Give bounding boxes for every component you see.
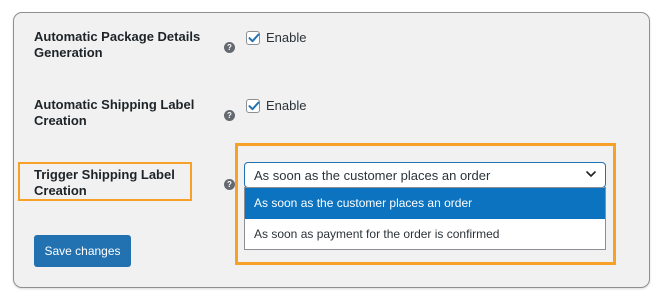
- help-icon[interactable]: ?: [224, 110, 235, 121]
- auto-shipping-label-label: Automatic Shipping Label Creation: [34, 97, 195, 128]
- checkmark-icon: [248, 33, 260, 43]
- trigger-select[interactable]: As soon as the customer places an order: [244, 162, 606, 188]
- auto-package-details-enable-label[interactable]: Enable: [266, 30, 306, 46]
- auto-shipping-label-enable-label[interactable]: Enable: [266, 98, 306, 114]
- dropdown-option-payment-confirmed[interactable]: As soon as payment for the order is conf…: [245, 219, 605, 250]
- help-icon[interactable]: ?: [224, 42, 235, 53]
- trigger-select-value: As soon as the customer places an order: [254, 168, 491, 183]
- auto-shipping-label-checkbox[interactable]: [246, 99, 260, 113]
- auto-package-details-checkbox[interactable]: [246, 31, 260, 45]
- trigger-shipping-label: Trigger Shipping Label Creation: [34, 167, 175, 198]
- trigger-dropdown-list: As soon as the customer places an order …: [244, 187, 606, 250]
- checkmark-icon: [248, 101, 260, 111]
- chevron-down-icon: [586, 171, 596, 177]
- auto-package-details-label: Automatic Package Details Generation: [34, 29, 201, 60]
- help-icon[interactable]: ?: [224, 179, 235, 190]
- dropdown-option-customer-places-order[interactable]: As soon as the customer places an order: [245, 188, 605, 219]
- save-changes-button[interactable]: Save changes: [34, 235, 131, 267]
